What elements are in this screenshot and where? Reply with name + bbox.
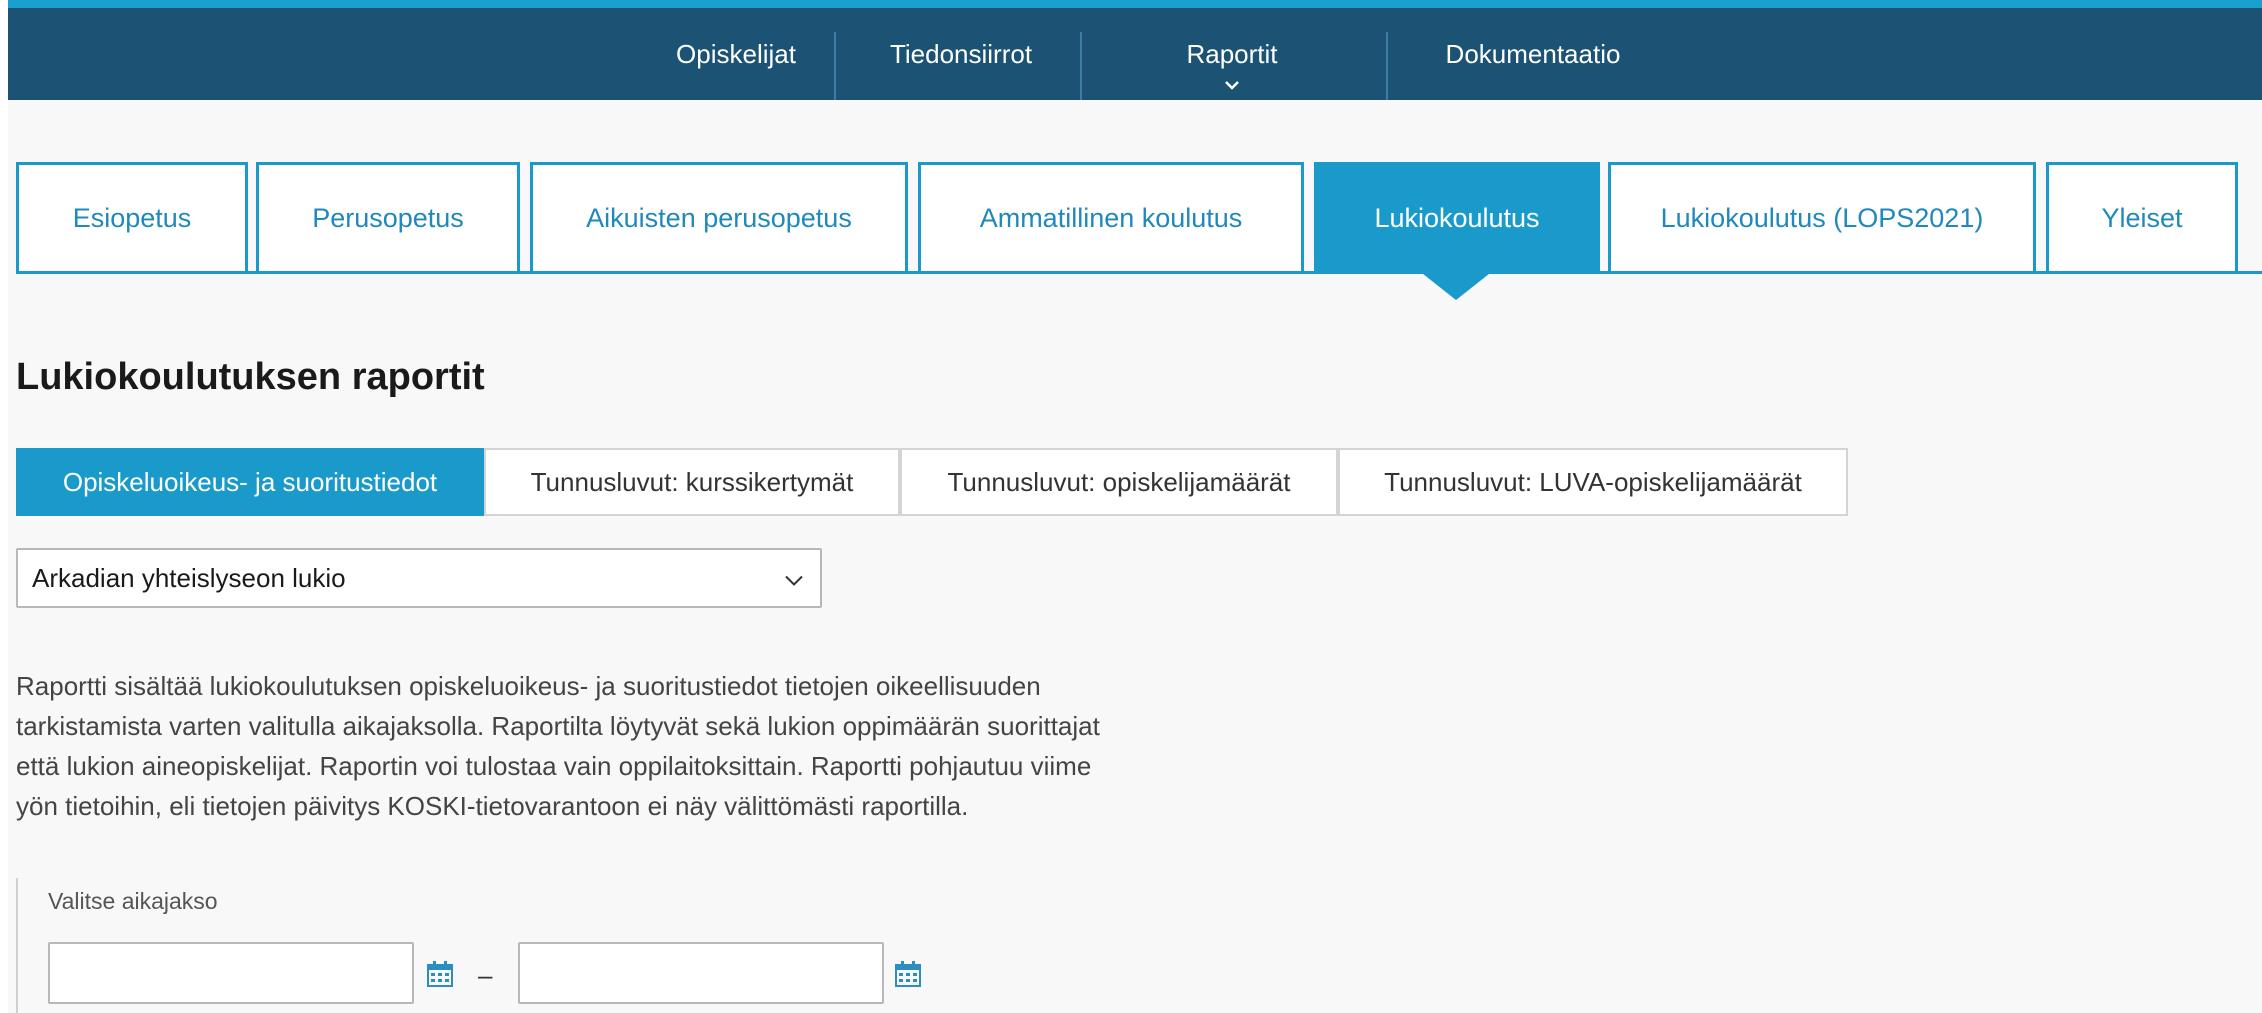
nav-dokumentaatio[interactable]: Dokumentaatio <box>1388 8 1678 100</box>
date-range-label: Valitse aikajakso <box>48 888 218 914</box>
report-tab-label: Tunnusluvut: LUVA-opiskelijamäärät <box>1384 466 1802 497</box>
date-range-section: Valitse aikajakso – <box>16 878 1218 1013</box>
report-tab-opiskeluoikeus-suoritustiedot[interactable]: Opiskeluoikeus- ja suoritustiedot <box>16 448 484 516</box>
nav-dokumentaatio-label: Dokumentaatio <box>1445 38 1621 69</box>
report-tab-label: Tunnusluvut: opiskelijamäärät <box>947 466 1291 497</box>
tab-aikuisten-perusopetus[interactable]: Aikuisten perusopetus <box>530 162 908 274</box>
tab-yleiset[interactable]: Yleiset <box>2046 162 2238 274</box>
nav-opiskelijat[interactable]: Opiskelijat <box>636 8 836 100</box>
tab-ammatillinen-koulutus-label: Ammatillinen koulutus <box>979 202 1243 233</box>
tab-perusopetus[interactable]: Perusopetus <box>256 162 520 274</box>
description-line: että lukion aineopiskelijat. Raportin vo… <box>16 751 1092 781</box>
tab-lukiokoulutus-lops2021[interactable]: Lukiokoulutus (LOPS2021) <box>1608 162 2036 274</box>
chevron-down-icon <box>1225 78 1239 92</box>
end-date-input[interactable] <box>518 942 884 1004</box>
start-date-input[interactable] <box>48 942 414 1004</box>
nav-raportit[interactable]: Raportit <box>1082 8 1382 100</box>
date-range-separator: – <box>478 960 493 990</box>
nav-tiedonsiirrot[interactable]: Tiedonsiirrot <box>836 8 1086 100</box>
report-tab-kurssikertymat[interactable]: Tunnusluvut: kurssikertymät <box>484 448 900 516</box>
report-tab-luva-opiskelijamaarat[interactable]: Tunnusluvut: LUVA-opiskelijamäärät <box>1338 448 1848 516</box>
tab-esiopetus-label: Esiopetus <box>72 202 192 233</box>
tab-aikuisten-perusopetus-label: Aikuisten perusopetus <box>586 202 852 233</box>
page-title: Lukiokoulutuksen raportit <box>16 356 485 398</box>
nav-raportit-label: Raportit <box>1186 38 1278 69</box>
nav-tiedonsiirrot-label: Tiedonsiirrot <box>889 38 1033 69</box>
nav-opiskelijat-label: Opiskelijat <box>676 38 796 69</box>
organization-select-value: Arkadian yhteislyseon lukio <box>32 562 346 593</box>
tabs-underline <box>18 271 2262 274</box>
description-line: Raportti sisältää lukiokoulutuksen opisk… <box>16 671 1041 701</box>
tab-lukiokoulutus-lops2021-label: Lukiokoulutus (LOPS2021) <box>1660 202 1984 233</box>
tab-esiopetus[interactable]: Esiopetus <box>16 162 248 274</box>
tab-perusopetus-label: Perusopetus <box>312 202 464 233</box>
tab-lukiokoulutus[interactable]: Lukiokoulutus <box>1314 162 1600 274</box>
report-tab-label: Opiskeluoikeus- ja suoritustiedot <box>62 466 438 497</box>
description-line: yön tietoihin, eli tietojen päivitys KOS… <box>16 791 969 821</box>
report-description: Raportti sisältää lukiokoulutuksen opisk… <box>16 666 1196 826</box>
organization-select[interactable]: Arkadian yhteislyseon lukio <box>16 548 822 608</box>
report-tab-opiskelijamaarat[interactable]: Tunnusluvut: opiskelijamäärät <box>900 448 1338 516</box>
chevron-down-icon <box>784 563 804 594</box>
tab-lukiokoulutus-label: Lukiokoulutus <box>1374 202 1540 233</box>
calendar-icon[interactable] <box>894 960 922 988</box>
tab-ammatillinen-koulutus[interactable]: Ammatillinen koulutus <box>918 162 1304 274</box>
report-tab-label: Tunnusluvut: kurssikertymät <box>530 466 854 497</box>
page-left-edge <box>0 0 8 1013</box>
description-line: tarkistamista varten valitulla aikajakso… <box>16 711 1100 741</box>
active-tab-indicator <box>1418 270 1494 300</box>
tab-yleiset-label: Yleiset <box>2101 202 2183 233</box>
calendar-icon[interactable] <box>426 960 454 988</box>
top-navigation-bar: Opiskelijat Tiedonsiirrot Raportit Dokum… <box>8 0 2262 100</box>
